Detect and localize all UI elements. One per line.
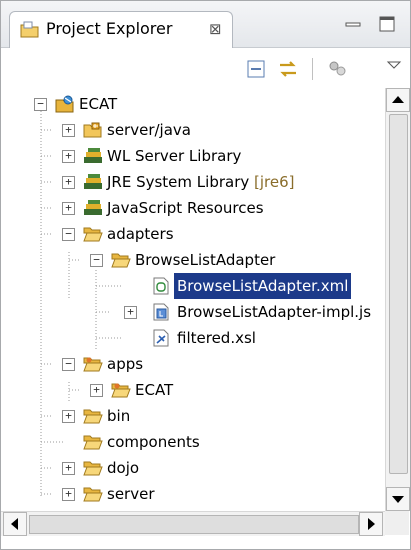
source-folder-icon	[83, 121, 103, 139]
link-with-editor-icon[interactable]	[277, 58, 299, 80]
tree-item-server-java[interactable]: + server/java	[1, 117, 385, 143]
library-icon	[83, 199, 103, 217]
tree-item-browselistadapter[interactable]: − BrowseListAdapter	[1, 247, 385, 273]
view-toolbar	[1, 48, 410, 88]
tree-item-label: BrowseListAdapter	[135, 251, 276, 269]
collapse-toggle-icon[interactable]: −	[62, 228, 75, 241]
xml-file-icon	[151, 277, 171, 295]
open-folder-icon	[111, 251, 131, 269]
expand-toggle-icon[interactable]: +	[124, 306, 137, 319]
folder-icon	[83, 433, 103, 451]
tree-item-label: ECAT	[135, 381, 174, 399]
tree-item-wl-server-library[interactable]: + WL Server Library	[1, 143, 385, 169]
tree-item-label: JavaScript Resources	[107, 199, 264, 217]
folder-icon	[83, 485, 103, 503]
tree-item-javascript-resources[interactable]: + JavaScript Resources	[1, 195, 385, 221]
tree-item-adapters[interactable]: − adapters	[1, 221, 385, 247]
expand-toggle-icon[interactable]: +	[62, 488, 75, 501]
scroll-up-icon[interactable]	[386, 88, 410, 112]
tree-item-label: WL Server Library	[107, 147, 242, 165]
expand-toggle-icon[interactable]: +	[62, 462, 75, 475]
tree-item-label: components	[107, 433, 200, 451]
scroll-down-icon[interactable]	[386, 487, 410, 511]
expand-toggle-icon[interactable]: +	[90, 384, 103, 397]
collapse-all-icon[interactable]	[246, 58, 268, 80]
close-view-icon[interactable]: ⊠	[209, 20, 222, 38]
project-icon	[55, 95, 75, 113]
tree-item-apps-ecat[interactable]: + ECAT	[1, 377, 385, 403]
collapse-toggle-icon[interactable]: −	[62, 358, 75, 371]
tree-item-label: adapters	[107, 225, 174, 243]
tree-item-label: filtered.xsl	[177, 329, 256, 347]
tree-item-server[interactable]: + server	[1, 481, 385, 507]
maximize-icon[interactable]	[377, 15, 397, 33]
horizontal-scrollbar[interactable]	[1, 511, 385, 536]
minimize-icon[interactable]	[343, 15, 363, 33]
tree-item-label: server/java	[107, 121, 191, 139]
collapse-toggle-icon[interactable]: −	[34, 98, 47, 111]
expand-toggle-icon[interactable]: +	[62, 176, 75, 189]
tree-item-dojo[interactable]: + dojo	[1, 455, 385, 481]
tree-item-label: bin	[107, 407, 131, 425]
vertical-scrollbar[interactable]	[385, 88, 410, 511]
open-folder-icon	[83, 355, 103, 373]
horizontal-scroll-thumb[interactable]	[29, 515, 359, 534]
expand-toggle-icon[interactable]: +	[62, 150, 75, 163]
tree-item-filtered-xsl[interactable]: filtered.xsl	[1, 325, 385, 351]
xsl-file-icon	[151, 329, 171, 347]
folder-icon	[83, 407, 103, 425]
tree-item-label: ECAT	[79, 95, 118, 113]
tree-item-browselistadapter-xml[interactable]: BrowseListAdapter.xml	[1, 273, 385, 299]
tree-item-components[interactable]: components	[1, 429, 385, 455]
tree-item-browselistadapter-impl-js[interactable]: + BrowseListAdapter-impl.js	[1, 299, 385, 325]
library-icon	[83, 147, 103, 165]
project-explorer-view: Project Explorer ⊠ − ECAT + server/java …	[0, 0, 411, 550]
tree-item-label: server	[107, 485, 155, 503]
view-menu-icon[interactable]	[383, 54, 405, 76]
focus-on-working-set-icon[interactable]	[327, 58, 349, 80]
expand-toggle-icon[interactable]: +	[62, 410, 75, 423]
view-tab-bar: Project Explorer ⊠	[1, 1, 410, 48]
tree-item-label: apps	[107, 355, 144, 373]
tree-item-label: BrowseListAdapter.xml	[174, 273, 352, 299]
scrollbar-corner	[385, 511, 409, 535]
expand-toggle-icon[interactable]: +	[62, 202, 75, 215]
toolbar-separator	[312, 58, 313, 80]
tree-item-label: BrowseListAdapter-impl.js	[177, 303, 372, 321]
folder-icon	[111, 381, 131, 399]
tab-project-explorer[interactable]: Project Explorer ⊠	[9, 11, 233, 48]
tree-item-bin[interactable]: + bin	[1, 403, 385, 429]
open-folder-icon	[83, 225, 103, 243]
view-title: Project Explorer	[46, 19, 173, 38]
tree-item-apps[interactable]: − apps	[1, 351, 385, 377]
project-explorer-icon	[20, 21, 40, 39]
tree-item-jre-system-library[interactable]: + JRE System Library [jre6]	[1, 169, 385, 195]
scroll-right-icon[interactable]	[359, 512, 383, 536]
javascript-file-icon	[151, 303, 171, 321]
folder-icon	[83, 459, 103, 477]
expand-toggle-icon[interactable]: +	[62, 124, 75, 137]
collapse-toggle-icon[interactable]: −	[90, 254, 103, 267]
jre-version-suffix: [jre6]	[254, 173, 295, 191]
tree-item-ecat-project[interactable]: − ECAT	[1, 91, 385, 117]
library-icon	[83, 173, 103, 191]
scroll-left-icon[interactable]	[3, 512, 27, 536]
project-tree: − ECAT + server/java + WL Server Library…	[1, 88, 385, 511]
tree-item-label: JRE System Library [jre6]	[107, 173, 295, 191]
tree-item-label: dojo	[107, 459, 140, 477]
vertical-scroll-thumb[interactable]	[389, 114, 408, 474]
